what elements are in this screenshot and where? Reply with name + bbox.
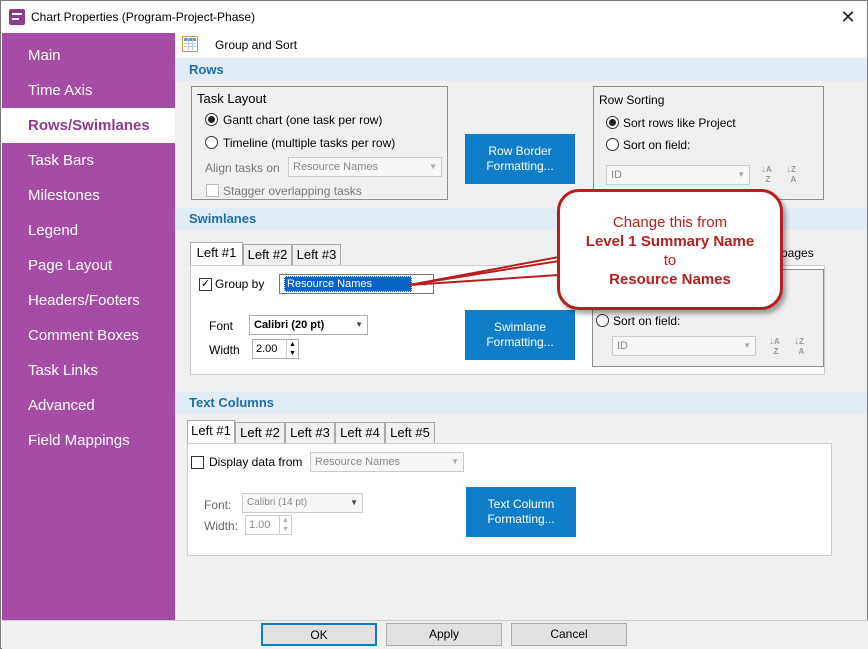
text-column-formatting-button[interactable]: Text Column Formatting... — [466, 487, 576, 537]
row-sort-field-select[interactable]: ID ▼ — [606, 165, 750, 185]
tab-swimlane-left-2[interactable]: Left #2 — [243, 244, 292, 265]
chart-properties-window: Chart Properties (Program-Project-Phase)… — [0, 0, 868, 649]
align-tasks-select[interactable]: Resource Names ▼ — [288, 157, 442, 177]
text-columns-section-title: Text Columns — [175, 392, 867, 414]
tab-text-left-1[interactable]: Left #1 — [187, 420, 235, 443]
swimlane-sort-field-select[interactable]: ID ▼ — [612, 336, 756, 356]
swimlane-width-label: Width — [209, 343, 240, 357]
cancel-button[interactable]: Cancel — [511, 623, 627, 646]
swimlane-sort-on-field-radio[interactable] — [596, 314, 609, 327]
task-layout-title: Task Layout — [197, 91, 267, 106]
swimlane-formatting-button[interactable]: Swimlane Formatting... — [465, 310, 575, 360]
apply-button[interactable]: Apply — [386, 623, 502, 646]
row-border-formatting-button[interactable]: Row Border Formatting... — [465, 134, 575, 184]
sidebar-item-field-mappings[interactable]: Field Mappings — [2, 423, 175, 458]
callout-line-1: Change this from — [612, 214, 728, 231]
swimlane-sort-ascending-icon[interactable]: ↓A Z — [769, 337, 780, 357]
stepper-arrows-icon[interactable]: ▲ ▼ — [279, 516, 291, 534]
chevron-down-icon: ▼ — [429, 162, 437, 171]
sidebar-item-comment-boxes[interactable]: Comment Boxes — [2, 318, 175, 353]
sort-like-project-label[interactable]: Sort rows like Project — [623, 116, 736, 130]
sort-on-field-radio[interactable] — [606, 138, 619, 151]
sidebar-item-legend[interactable]: Legend — [2, 213, 175, 248]
sidebar-item-advanced[interactable]: Advanced — [2, 388, 175, 423]
stepper-arrows-icon[interactable]: ▲ ▼ — [286, 340, 298, 358]
close-icon[interactable]: ✕ — [834, 5, 862, 29]
text-column-font-label: Font: — [204, 498, 232, 512]
stagger-label: Stagger overlapping tasks — [223, 184, 362, 198]
sidebar-item-page-layout[interactable]: Page Layout — [2, 248, 175, 283]
sort-on-field-label[interactable]: Sort on field: — [623, 138, 690, 152]
text-column-width-stepper[interactable]: 1.00 ▲ ▼ — [245, 515, 292, 535]
tab-swimlane-left-1[interactable]: Left #1 — [190, 242, 243, 265]
group-by-label[interactable]: Group by — [215, 277, 264, 291]
sidebar-item-main[interactable]: Main — [2, 38, 175, 73]
app-icon — [9, 9, 25, 25]
gantt-chart-radio[interactable] — [205, 113, 218, 126]
group-sort-label[interactable]: Group and Sort — [215, 38, 297, 52]
sort-ascending-icon[interactable]: ↓A Z — [761, 165, 772, 185]
pages-label: pages — [781, 246, 814, 260]
callout-pointer — [408, 255, 560, 286]
chevron-down-icon: ▼ — [737, 170, 745, 179]
text-column-tabs: Left #1 Left #2 Left #3 Left #4 Left #5 — [187, 420, 487, 444]
swimlane-font-select[interactable]: Calibri (20 pt) ▼ — [249, 315, 368, 335]
chevron-down-icon: ▼ — [355, 320, 363, 329]
text-column-width-label: Width: — [204, 519, 239, 533]
align-tasks-label: Align tasks on — [205, 161, 280, 175]
sidebar-item-time-axis[interactable]: Time Axis — [2, 73, 175, 108]
callout-line-3: to — [663, 252, 677, 269]
tab-text-left-4[interactable]: Left #4 — [335, 422, 385, 443]
gantt-chart-label[interactable]: Gantt chart (one task per row) — [223, 113, 382, 127]
sidebar-item-headers-footers[interactable]: Headers/Footers — [2, 283, 175, 318]
title-bar: Chart Properties (Program-Project-Phase)… — [1, 1, 867, 33]
tab-text-left-5[interactable]: Left #5 — [385, 422, 435, 443]
ok-button[interactable]: OK — [261, 623, 377, 646]
sidebar-item-task-bars[interactable]: Task Bars — [2, 143, 175, 178]
group-sort-icon[interactable] — [182, 36, 198, 52]
swimlane-sort-on-field-label[interactable]: Sort on field: — [613, 314, 680, 328]
swimlane-sort-descending-icon[interactable]: ↓Z A — [794, 337, 804, 357]
swimlane-font-label: Font — [209, 319, 234, 333]
row-sorting-title: Row Sorting — [599, 93, 665, 107]
sort-descending-icon[interactable]: ↓Z A — [786, 165, 796, 185]
timeline-radio[interactable] — [205, 136, 218, 149]
rows-section-title: Rows — [175, 59, 867, 81]
chevron-down-icon: ▼ — [451, 457, 459, 466]
callout-line-4: Resource Names — [609, 271, 731, 288]
text-column-font-select[interactable]: Calibri (14 pt) ▼ — [242, 493, 363, 513]
tab-text-left-2[interactable]: Left #2 — [235, 422, 285, 443]
sort-like-project-radio[interactable] — [606, 116, 619, 129]
chevron-down-icon: ▼ — [350, 498, 358, 507]
display-data-label[interactable]: Display data from — [209, 455, 302, 469]
tab-swimlane-left-3[interactable]: Left #3 — [292, 244, 341, 265]
sidebar-item-rows-swimlanes[interactable]: Rows/Swimlanes — [2, 108, 175, 143]
window-title: Chart Properties (Program-Project-Phase) — [31, 10, 256, 24]
display-data-checkbox[interactable] — [191, 456, 204, 469]
swimlane-width-stepper[interactable]: 2.00 ▲ ▼ — [252, 339, 299, 359]
sidebar: Main Time Axis Rows/Swimlanes Task Bars … — [2, 33, 175, 620]
annotation-callout: Change this from Level 1 Summary Name to… — [557, 189, 783, 310]
chevron-down-icon: ▼ — [743, 341, 751, 350]
group-by-checkbox[interactable]: ✓ — [199, 278, 212, 291]
display-data-select[interactable]: Resource Names ▼ — [310, 452, 464, 472]
tab-text-left-3[interactable]: Left #3 — [285, 422, 335, 443]
sidebar-item-milestones[interactable]: Milestones — [2, 178, 175, 213]
callout-line-2: Level 1 Summary Name — [585, 233, 755, 250]
sidebar-item-task-links[interactable]: Task Links — [2, 353, 175, 388]
stagger-checkbox[interactable] — [206, 184, 219, 197]
timeline-label[interactable]: Timeline (multiple tasks per row) — [223, 136, 395, 150]
